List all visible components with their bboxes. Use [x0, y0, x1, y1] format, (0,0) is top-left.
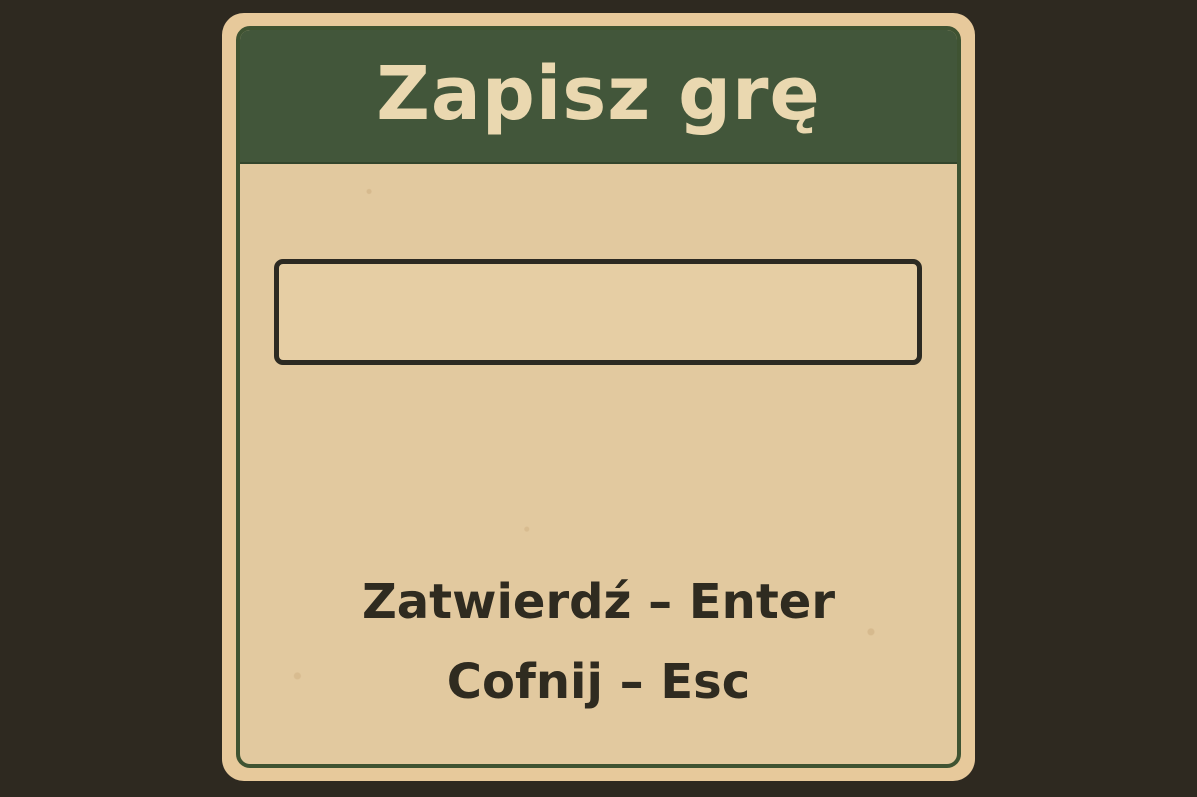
key-hints: Zatwierdź – Enter Cofnij – Esc	[240, 578, 957, 706]
confirm-hint: Zatwierdź – Enter	[361, 574, 835, 630]
save-game-dialog: Zapisz grę Zatwierdź – Enter Cofnij – Es…	[222, 13, 975, 781]
save-name-input[interactable]	[274, 259, 922, 365]
cancel-hint: Cofnij – Esc	[446, 654, 751, 710]
dialog-panel: Zapisz grę Zatwierdź – Enter Cofnij – Es…	[236, 26, 961, 768]
dialog-title: Zapisz grę	[376, 51, 821, 137]
dialog-title-bar: Zapisz grę	[240, 30, 957, 164]
